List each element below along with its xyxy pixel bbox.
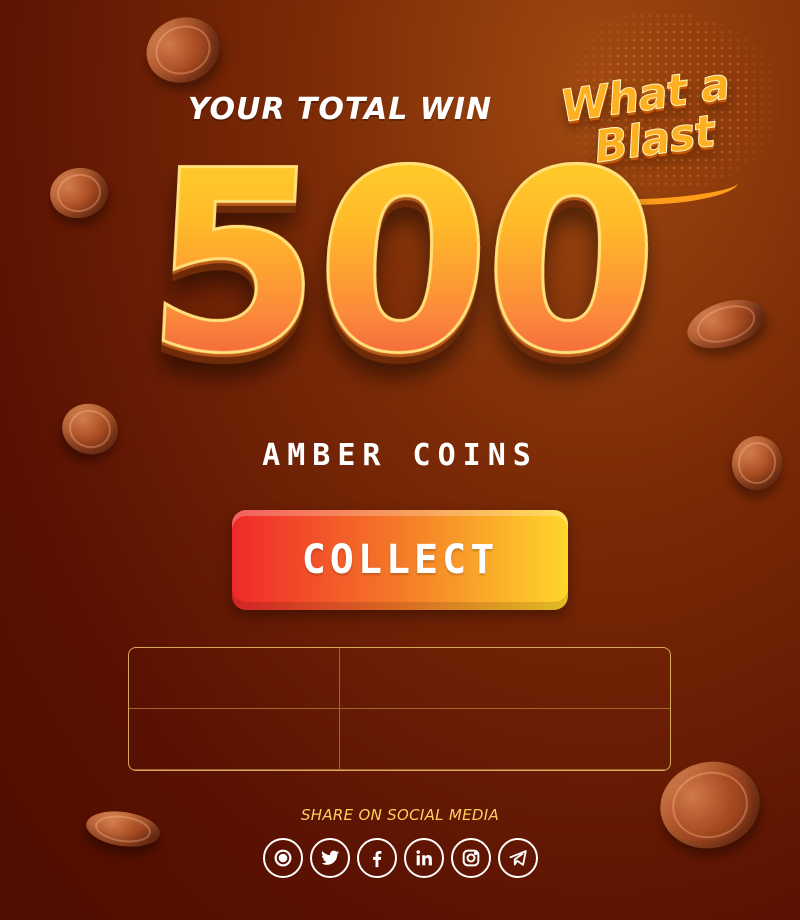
- instagram-icon[interactable]: [450, 838, 491, 878]
- table-cell: [129, 709, 340, 770]
- table-cell: [129, 648, 340, 709]
- table-cell: [340, 709, 670, 770]
- table-row: [129, 648, 670, 709]
- social-links: [0, 838, 800, 878]
- table-cell: [340, 648, 670, 709]
- facebook-icon[interactable]: [356, 838, 397, 878]
- linkedin-icon[interactable]: [403, 838, 444, 878]
- target-icon[interactable]: [262, 838, 303, 878]
- twitter-icon[interactable]: [309, 838, 350, 878]
- win-amount: 500: [0, 116, 800, 410]
- share-label: SHARE ON SOCIAL MEDIA: [300, 806, 500, 824]
- collect-button-label: COLLECT: [301, 537, 499, 583]
- currency-label: AMBER COINS: [262, 438, 538, 473]
- table-row: [129, 709, 670, 770]
- collect-button[interactable]: COLLECT: [232, 510, 568, 610]
- coin-icon: [137, 7, 229, 93]
- win-screen: What a Blast YOUR TOTAL WIN 500 AMBER CO…: [0, 0, 800, 920]
- score-table: [128, 647, 671, 771]
- telegram-icon[interactable]: [497, 838, 538, 878]
